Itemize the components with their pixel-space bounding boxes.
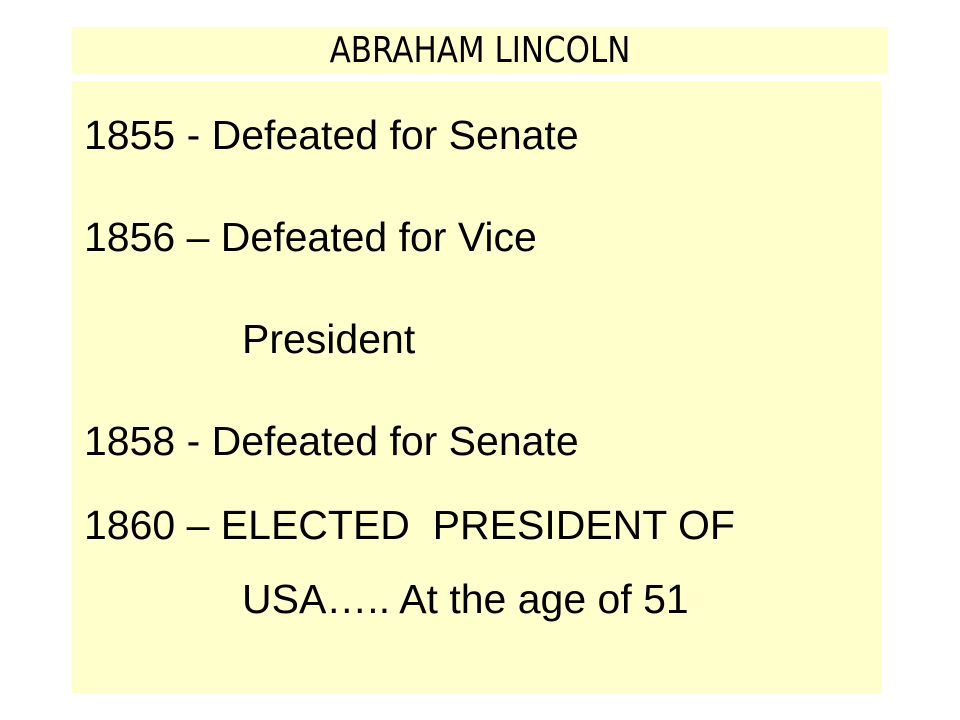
title-box: ABRAHAM LINCOLN (72, 27, 888, 73)
timeline-line-1860: 1860 – ELECTED PRESIDENT OF (84, 502, 735, 548)
timeline-line-1858: 1858 - Defeated for Senate (84, 418, 579, 464)
slide-title: ABRAHAM LINCOLN (329, 30, 631, 71)
timeline-line-1860-continued: USA….. At the age of 51 (242, 576, 689, 622)
timeline-line-1855: 1855 - Defeated for Senate (84, 112, 579, 158)
content-box: 1855 - Defeated for Senate 1856 – Defeat… (72, 81, 882, 693)
timeline-line-1856: 1856 – Defeated for Vice (84, 214, 537, 260)
timeline-line-1856-continued: President (242, 316, 416, 362)
